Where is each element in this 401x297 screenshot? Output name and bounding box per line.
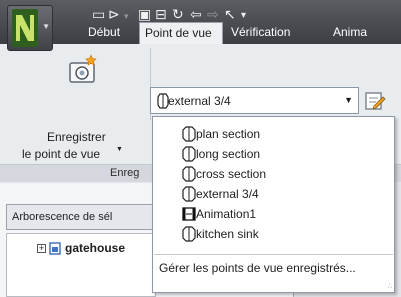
- pane-title: Arborescence de sél: [12, 211, 113, 223]
- print-icon[interactable]: ⊟: [155, 7, 167, 23]
- viewpoint-combobox[interactable]: external 3/4 ▼: [150, 87, 359, 114]
- expand-icon[interactable]: +: [37, 244, 46, 253]
- viewpoint-icon: [182, 186, 196, 202]
- tree-item-gatehouse[interactable]: gatehouse: [65, 241, 125, 255]
- tab-animation[interactable]: Anima: [333, 22, 367, 44]
- tab-verification[interactable]: Vérification: [231, 22, 290, 44]
- manage-viewpoints-link[interactable]: Gérer les points de vue enregistrés...: [159, 261, 356, 275]
- file-icon: [49, 242, 61, 255]
- save-viewpoint-icon: [69, 54, 97, 83]
- select-icon[interactable]: ↖: [224, 7, 236, 23]
- tab-point-de-vue[interactable]: Point de vue: [139, 22, 223, 44]
- chevron-down-icon: ▼: [116, 146, 123, 153]
- dropdown-item-external-3-4[interactable]: external 3/4: [182, 185, 382, 203]
- undo-icon[interactable]: ⇦: [190, 7, 202, 23]
- chevron-down-icon[interactable]: ▼: [344, 95, 353, 105]
- chevron-down-icon: ▼: [42, 22, 50, 31]
- ribbon-group-label: Enreg: [110, 167, 140, 179]
- dropdown-item-label: external 3/4: [196, 187, 259, 201]
- open-icon[interactable]: ⊳: [108, 7, 120, 23]
- app-logo-icon: [12, 9, 38, 47]
- dropdown-item-long-section[interactable]: long section: [182, 145, 382, 163]
- viewpoint-icon: [182, 226, 196, 242]
- chevron-down-icon[interactable]: ▾: [124, 9, 129, 25]
- save-viewpoint-label-2: le point de vue: [22, 147, 101, 161]
- viewpoint-icon: [182, 166, 196, 182]
- dropdown-item-label: long section: [196, 147, 261, 161]
- tab-debut[interactable]: Début: [88, 22, 120, 44]
- save-viewpoint-label-1: Enregistrer: [47, 130, 106, 144]
- refresh-icon[interactable]: ↻: [172, 7, 184, 23]
- pane-header[interactable]: Arborescence de sél: [6, 204, 156, 230]
- new-icon[interactable]: ▭: [92, 7, 105, 23]
- viewpoint-dropdown: plan section long section cross section …: [152, 116, 395, 293]
- dropdown-divider: [154, 254, 393, 255]
- combobox-value: external 3/4: [168, 94, 231, 108]
- dropdown-item-label: plan section: [196, 127, 261, 141]
- animation-icon: [182, 207, 196, 221]
- dropdown-item-cross-section[interactable]: cross section: [182, 165, 382, 183]
- dropdown-item-plan-section[interactable]: plan section: [182, 125, 382, 143]
- edit-viewpoint-icon[interactable]: [362, 88, 388, 114]
- resize-grip-icon[interactable]: ∴: [388, 282, 392, 290]
- selection-tree: + gatehouse: [6, 233, 156, 297]
- dropdown-item-label: kitchen sink: [196, 227, 259, 241]
- dropdown-item-label: cross section: [196, 167, 267, 181]
- save-icon[interactable]: ▣: [138, 7, 151, 23]
- dropdown-item-label: Animation1: [196, 207, 257, 221]
- redo-icon[interactable]: ⇨: [207, 7, 219, 23]
- dropdown-item-animation1[interactable]: Animation1: [182, 205, 382, 223]
- application-button[interactable]: ▼: [7, 5, 53, 51]
- viewpoint-icon: [182, 146, 196, 162]
- dropdown-item-kitchen-sink[interactable]: kitchen sink: [182, 225, 382, 243]
- save-viewpoint-button[interactable]: Enregistrer le point de vue ▼: [22, 52, 142, 162]
- viewpoint-icon: [182, 126, 196, 142]
